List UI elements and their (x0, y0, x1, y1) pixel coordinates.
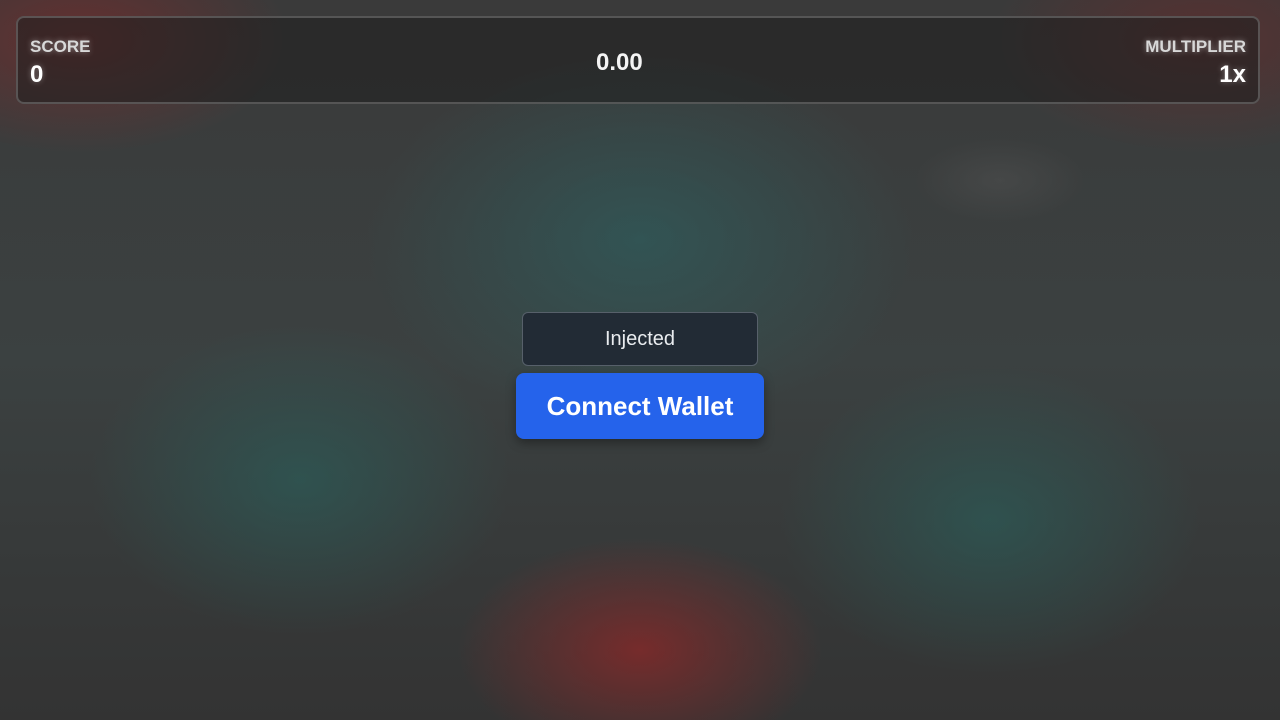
multiplier-label: MULTIPLIER (1145, 37, 1246, 56)
multiplier-value: 1x (1219, 61, 1246, 88)
hud-bar: SCORE 0 0.00 MULTIPLIER 1x (16, 16, 1260, 104)
balance-display: 0.00 (596, 49, 643, 76)
wallet-connector-select[interactable]: Injected (522, 312, 758, 366)
wallet-connector-label: Injected (604, 327, 676, 350)
connect-wallet-button[interactable]: Connect Wallet (516, 373, 764, 439)
multiplier-panel: MULTIPLIER 1x (1145, 36, 1246, 90)
score-value: 0 (30, 61, 44, 88)
score-panel: SCORE 0 (30, 36, 90, 90)
score-label: SCORE (30, 37, 91, 56)
